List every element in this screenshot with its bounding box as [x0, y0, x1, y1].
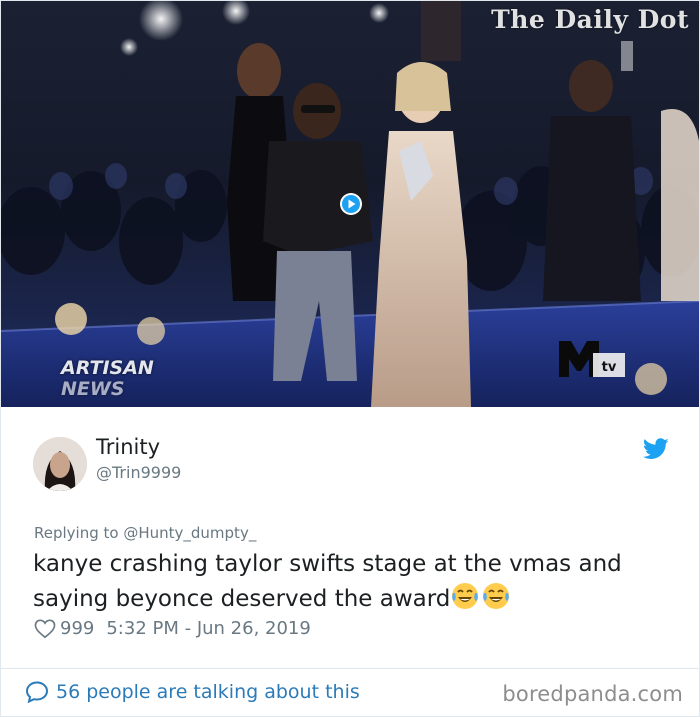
twitter-bird-icon[interactable] [643, 438, 669, 460]
speech-bubble-icon [25, 681, 49, 704]
tweet-card: The Daily Dot ARTISAN NEWS tv Trinity @T… [0, 0, 700, 717]
like-count[interactable]: 999 [60, 618, 94, 639]
heart-icon[interactable] [34, 619, 56, 639]
replying-prefix: Replying to [34, 524, 124, 542]
emoji-group [450, 581, 512, 621]
tweet-text: kanye crashing taylor swifts stage at th… [33, 547, 673, 621]
tweet-timestamp[interactable]: 5:32 PM - Jun 26, 2019 [106, 618, 310, 639]
footer-divider [1, 668, 699, 669]
svg-text:tv: tv [602, 360, 617, 375]
replying-handle-link[interactable]: @Hunty_dumpty_ [123, 524, 256, 542]
tweet-text-body: kanye crashing taylor swifts stage at th… [33, 551, 622, 612]
mtv-logo: tv [559, 341, 625, 377]
conversation-link[interactable]: 56 people are talking about this [25, 680, 360, 704]
news-overlay-line1: ARTISAN [61, 357, 154, 379]
source-credit: boredpanda.com [502, 682, 683, 706]
tears-of-joy-emoji-icon [483, 583, 510, 609]
watermark-logo: The Daily Dot [491, 5, 689, 34]
user-handle[interactable]: @Trin9999 [96, 463, 181, 482]
play-icon[interactable] [340, 193, 362, 215]
conversation-text[interactable]: 56 people are talking about this [56, 681, 360, 703]
news-overlay-logo: ARTISAN NEWS [61, 358, 154, 400]
tweet-meta: 999 5:32 PM - Jun 26, 2019 [34, 618, 311, 639]
avatar[interactable] [33, 437, 87, 491]
display-name[interactable]: Trinity [96, 435, 160, 459]
tweet-media-image[interactable]: The Daily Dot ARTISAN NEWS tv [1, 1, 699, 407]
tears-of-joy-emoji-icon [452, 583, 479, 609]
replying-to-line: Replying to @Hunty_dumpty_ [34, 524, 256, 542]
news-overlay-line2: NEWS [61, 378, 125, 400]
